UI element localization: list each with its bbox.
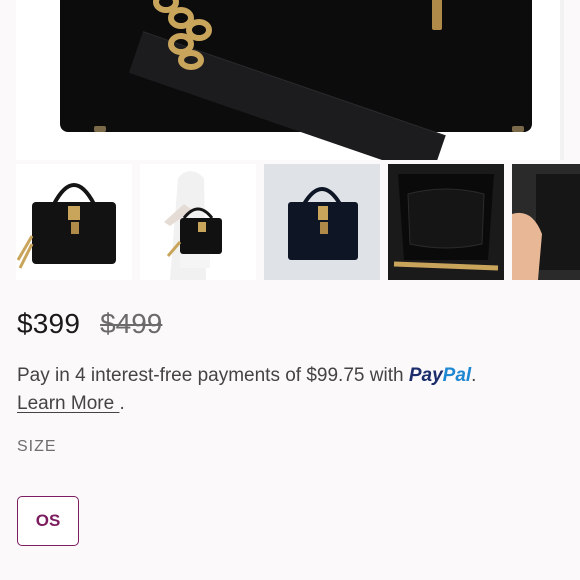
size-option-os[interactable]: OS — [17, 496, 79, 546]
thumbnail-1[interactable] — [16, 164, 132, 280]
paypal-logo-pal: Pal — [442, 365, 472, 386]
current-price: $399 — [17, 308, 81, 339]
gold-buckle — [432, 0, 442, 30]
installments-text: Pay in 4 interest-free payments of $99.7… — [17, 365, 409, 386]
price-block: $399 $499 — [17, 308, 162, 340]
original-price: $499 — [100, 308, 163, 339]
installments-period: . — [471, 365, 477, 386]
bag-foot — [512, 126, 524, 132]
thumbnail-strip[interactable] — [16, 164, 580, 282]
paypal-logo: PayPal — [409, 365, 471, 386]
thumbnail-2[interactable] — [140, 164, 256, 280]
thumbnail-4[interactable] — [388, 164, 504, 280]
learn-more-link[interactable]: Learn More — [17, 393, 119, 414]
paypal-installments: Pay in 4 interest-free payments of $99.7… — [17, 362, 557, 418]
next-image-edge — [560, 0, 564, 160]
product-main-image[interactable] — [16, 0, 564, 160]
size-label: SIZE — [17, 438, 57, 455]
bag-foot — [94, 126, 106, 132]
thumbnail-5[interactable] — [512, 164, 580, 280]
gold-chain — [153, 0, 212, 70]
paypal-logo-pay: Pay — [408, 365, 443, 386]
thumbnail-3[interactable] — [264, 164, 380, 280]
learn-more-period: . — [119, 393, 125, 414]
